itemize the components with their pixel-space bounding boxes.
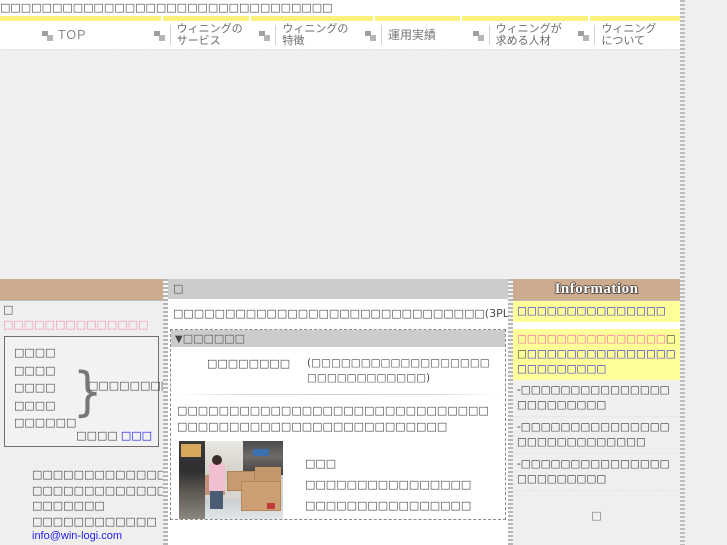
definition-term: □□□□□□□□ — [207, 357, 291, 370]
entry-1-text: □□□□□□□□□□□□□□□ — [517, 305, 666, 317]
hero-banner-placeholder — [0, 50, 680, 279]
nav-item-results[interactable]: 運用実績 — [361, 21, 469, 49]
information-header: Information — [513, 279, 680, 301]
information-entry-3[interactable]: -□□□□□□□□□□□□□□□□□□□□□□□□ — [513, 380, 680, 417]
sidebar-menu-item-3[interactable]: □□□□ — [14, 379, 76, 397]
nav-label-results: 運用実績 — [388, 28, 437, 42]
broken-image-icon — [365, 30, 376, 41]
contact-email-link[interactable]: info@win-logi.com — [32, 530, 122, 542]
nav-label-features: ウィニングの 特徴 — [282, 23, 349, 47]
content-heading-bar: □ — [168, 279, 508, 299]
nav-label-top: TOP — [58, 28, 87, 42]
entry-4-text: -□□□□□□□□□□□□□□□□□□□□□□□□□□□□ — [517, 421, 670, 448]
triangle-down-icon: ▼ — [175, 334, 183, 345]
contact-line-4: □□□□□□□□□□□□ — [32, 514, 157, 528]
section-photo-row: □□□ □□□□□□□□□□□□□□□□ □□□□□□□□□□□□□□□□ — [171, 435, 505, 519]
sidebar-menu-footer: □□□□ □□□ — [76, 429, 152, 442]
definition-description: (□□□□□□□□□□□□□□□□□□□□□□□□□□□□□□) — [307, 357, 490, 384]
nav-divider — [381, 25, 382, 45]
sidebar: □ □□□□□□□□□□□□□□ □□□□ □□□□ □□□□ □□□□ □□□… — [0, 279, 171, 545]
entry-2-text-c: □□□□□□□□□□□□□□□□□□□□□□□□ — [517, 348, 676, 375]
warehouse-worker-photo — [179, 441, 283, 519]
nav-item-about[interactable]: ウィニング について — [574, 21, 680, 49]
nav-item-recruit[interactable]: ウィニングが 求める人材 — [469, 21, 575, 49]
sidebar-contact: □□□□□□□□□□□□□ □□□□□□□□□□□□□ □□□□□□□ □□□□… — [32, 467, 168, 545]
broken-image-icon — [42, 30, 53, 41]
section-body-text: □□□□□□□□□□□□□□□□□□□□□□□□□□□□□□□□□□□□□□□□… — [177, 404, 489, 433]
sidebar-menu-item-1[interactable]: □□□□ — [14, 344, 76, 362]
nav-item-top[interactable]: TOP — [0, 21, 150, 49]
information-panel: Information □□□□□□□□□□□□□□□ □□□□□□□□□□□□… — [513, 279, 680, 545]
page-right-margin — [685, 0, 727, 545]
contact-line-2: □□□□□□□□□□□□□ — [32, 483, 168, 497]
nav-item-features[interactable]: ウィニングの 特徴 — [255, 21, 361, 49]
sidebar-menu-list: □□□□ □□□□ □□□□ □□□□ □□□□□□ — [14, 344, 76, 432]
broken-image-icon — [153, 30, 165, 41]
nav-divider — [169, 25, 171, 45]
nav-divider — [488, 25, 490, 45]
page-right-divider — [680, 0, 685, 545]
nav-label-service: ウィニングの サービス — [176, 23, 243, 47]
entry-3-text: -□□□□□□□□□□□□□□□□□□□□□□□□ — [517, 384, 670, 411]
information-gap — [513, 322, 680, 329]
nav-divider — [594, 25, 596, 45]
sidebar-brace-label: □□□□□□□□ — [88, 379, 172, 392]
information-entry-2[interactable]: □□□□□□□□□□□□□□□□□□□□□□□□□□□□□□□□□□□□□□□□… — [513, 329, 680, 380]
content-lead-text: □□□□□□□□□□□□□□□□□□□□□□□□□□□□□□(3PL)□□□□□… — [173, 307, 727, 320]
section-title: ▼□□□□□□ — [171, 330, 505, 347]
information-entry-1[interactable]: □□□□□□□□□□□□□□□ — [513, 301, 680, 322]
content-columns: □ □□□□□□□□□□□□□□ □□□□ □□□□ □□□□ □□□□ □□□… — [0, 279, 727, 545]
broken-image-icon — [259, 30, 271, 41]
sidebar-header — [0, 279, 163, 301]
section-title-text: □□□□□□ — [182, 332, 246, 345]
main-content: □ □□□□□□□□□□□□□□□□□□□□□□□□□□□□□□(3PL)□□□… — [168, 279, 727, 545]
information-list: □□□□□□□□□□□□□□□ □□□□□□□□□□□□□□□□□□□□□□□□… — [513, 301, 680, 545]
contact-line-1: □□□□□□□□□□□□□ — [32, 468, 168, 481]
page-root: □□□□□□□□□□□□□□□□□□□□□□□□□□□□□□□□ TOP ウィニ… — [0, 0, 727, 545]
section-definition-row: □□□□□□□□ (□□□□□□□□□□□□□□□□□□□□□□□□□□□□□□… — [171, 347, 505, 394]
nav-label-about: ウィニング について — [601, 23, 657, 47]
caption-line-1: □□□ — [305, 457, 337, 470]
page-title: □□□□□□□□□□□□□□□□□□□□□□□□□□□□□□□□ — [0, 0, 680, 16]
nav-label-recruit: ウィニングが 求める人材 — [495, 23, 562, 47]
main-nav: TOP ウィニングの サービス ウィニングの 特徴 運用実績 ウィニングが 求め… — [0, 21, 680, 50]
information-entry-5[interactable]: -□□□□□□□□□□□□□□□□□□□□□□□□ — [513, 454, 680, 491]
caption-line-2: □□□□□□□□□□□□□□□□ — [305, 478, 472, 491]
entry-2-text-a: □□□□□□□□□□□□□□□ — [517, 333, 666, 345]
nav-divider — [275, 25, 277, 45]
sidebar-footer-link[interactable]: □□□ — [121, 429, 152, 442]
entry-5-text: -□□□□□□□□□□□□□□□□□□□□□□□□ — [517, 458, 670, 485]
sidebar-menu-item-4[interactable]: □□□□ — [14, 397, 76, 415]
broken-image-icon — [578, 30, 590, 41]
sidebar-menu-item-5[interactable]: □□□□□□ — [14, 414, 76, 432]
sidebar-pink-heading: □□□□□□□□□□□□□□ — [3, 318, 149, 331]
sidebar-small-label: □ — [3, 303, 14, 316]
information-title: Information — [554, 281, 639, 297]
information-entry-4[interactable]: -□□□□□□□□□□□□□□□□□□□□□□□□□□□□ — [513, 417, 680, 454]
sidebar-menu-item-2[interactable]: □□□□ — [14, 362, 76, 380]
sidebar-footer-label: □□□□ — [76, 429, 118, 442]
information-empty-marker: □ — [591, 509, 602, 522]
photo-caption: □□□ □□□□□□□□□□□□□□□□ □□□□□□□□□□□□□□□□ — [283, 441, 499, 516]
sidebar-menu-box: □□□□ □□□□ □□□□ □□□□ □□□□□□ } □□□□□□□□ □□… — [4, 336, 171, 447]
broken-image-icon — [472, 30, 484, 41]
caption-line-3: □□□□□□□□□□□□□□□□ — [305, 499, 472, 512]
contact-line-3: □□□□□□□ — [32, 499, 105, 512]
nav-item-service[interactable]: ウィニングの サービス — [150, 21, 256, 49]
content-section: ▼□□□□□□ □□□□□□□□ (□□□□□□□□□□□□□□□□□□□□□□… — [170, 329, 506, 520]
